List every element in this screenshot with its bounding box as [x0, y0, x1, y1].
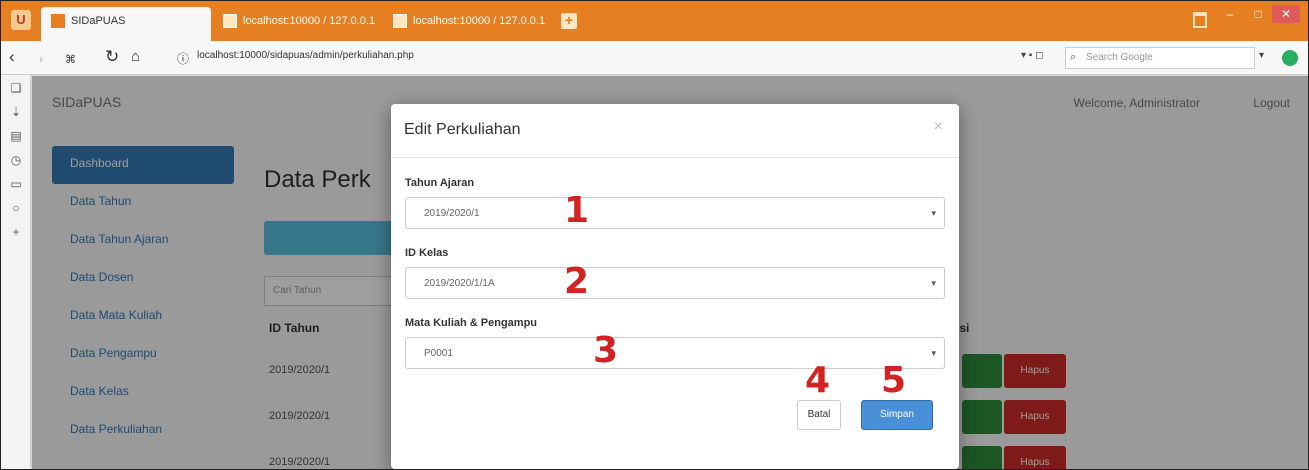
tab-active[interactable]: SIDaPUAS: [41, 7, 211, 41]
browser-sidebar: ❏ ⇣ ▤ ◷ ▭ ○ +: [1, 75, 31, 469]
search-input[interactable]: ⌕ Search Google: [1065, 47, 1255, 69]
extension-icon[interactable]: [1282, 50, 1298, 66]
close-icon[interactable]: ×: [934, 118, 943, 136]
home-icon[interactable]: ⌂: [131, 47, 140, 67]
mata-kuliah-pengampu-value: P0001: [424, 348, 453, 359]
tab-label: localhost:10000 / 127.0.0.1: [413, 15, 546, 27]
add-panel-icon[interactable]: +: [1, 221, 31, 243]
close-window-icon[interactable]: ✕: [1272, 5, 1300, 23]
annotation-marker-5: 5: [881, 360, 907, 401]
new-tab-icon[interactable]: +: [561, 13, 577, 29]
site-info-icon[interactable]: ⓘ: [177, 49, 189, 69]
window-controls: – □ ✕: [1216, 5, 1300, 23]
page-icon: [51, 14, 65, 28]
tab-bar: U SIDaPUAS localhost:10000 / 127.0.0.1 l…: [1, 1, 1308, 41]
annotation-marker-3: 3: [593, 330, 619, 371]
id-kelas-select[interactable]: 2019/2020/1/1A ▾: [405, 267, 945, 299]
edit-perkuliahan-modal: Edit Perkuliahan × Tahun Ajaran 2019/202…: [391, 104, 959, 469]
browser-window: U SIDaPUAS localhost:10000 / 127.0.0.1 l…: [0, 0, 1309, 470]
search-icon: ⌕: [1070, 51, 1077, 63]
forward-icon[interactable]: ›: [39, 49, 43, 69]
notes-icon[interactable]: ▤: [1, 125, 31, 147]
search-placeholder: Search Google: [1086, 52, 1153, 63]
back-icon[interactable]: ‹: [9, 47, 15, 67]
id-kelas-value: 2019/2020/1/1A: [424, 278, 495, 289]
modal-header: Edit Perkuliahan ×: [391, 104, 959, 158]
modal-title: Edit Perkuliahan: [404, 121, 521, 138]
cancel-button[interactable]: Batal: [797, 400, 841, 430]
maximize-icon[interactable]: □: [1244, 5, 1272, 23]
url-text[interactable]: localhost:10000/sidapuas/admin/perkuliah…: [197, 50, 414, 61]
save-button[interactable]: Simpan: [861, 400, 933, 430]
tab-label: SIDaPUAS: [71, 15, 126, 27]
mata-kuliah-pengampu-label: Mata Kuliah & Pengampu: [405, 317, 538, 329]
tab-localhost-2[interactable]: localhost:10000 / 127.0.0.1: [383, 7, 553, 41]
mata-kuliah-pengampu-select[interactable]: P0001 ▾: [405, 337, 945, 369]
circle-icon[interactable]: ○: [1, 197, 31, 219]
chevron-down-icon: ▾: [931, 208, 936, 218]
chevron-down-icon: ▾: [931, 278, 936, 288]
bookmark-icon[interactable]: ▾ ▪ ◻: [1021, 50, 1043, 61]
id-kelas-label: ID Kelas: [405, 247, 449, 259]
page-icon: [393, 14, 407, 28]
tab-label: localhost:10000 / 127.0.0.1: [243, 15, 376, 27]
browser-logo-icon[interactable]: U: [11, 10, 31, 30]
annotation-marker-2: 2: [564, 261, 590, 302]
reload-icon[interactable]: ↻: [105, 47, 119, 67]
trash-icon[interactable]: [1193, 12, 1207, 28]
history-icon[interactable]: ◷: [1, 149, 31, 171]
annotation-marker-4: 4: [805, 360, 831, 401]
tab-localhost-1[interactable]: localhost:10000 / 127.0.0.1: [213, 7, 381, 41]
tahun-ajaran-select[interactable]: 2019/2020/1 ▾: [405, 197, 945, 229]
bookmarks-icon[interactable]: ❏: [1, 77, 31, 99]
chevron-down-icon: ▾: [931, 348, 936, 358]
search-engine-dropdown-icon[interactable]: ▾: [1259, 50, 1264, 61]
tahun-ajaran-value: 2019/2020/1: [424, 208, 480, 219]
address-bar: ‹ › ⌘ ↻ ⌂ ⓘ localhost:10000/sidapuas/adm…: [1, 41, 1308, 75]
speed-dial-icon[interactable]: ⌘: [65, 50, 76, 70]
downloads-icon[interactable]: ⇣: [1, 101, 31, 123]
page-icon: [223, 14, 237, 28]
minimize-icon[interactable]: –: [1216, 5, 1244, 23]
window-icon[interactable]: ▭: [1, 173, 31, 195]
tahun-ajaran-label: Tahun Ajaran: [405, 177, 475, 189]
annotation-marker-1: 1: [564, 190, 590, 231]
